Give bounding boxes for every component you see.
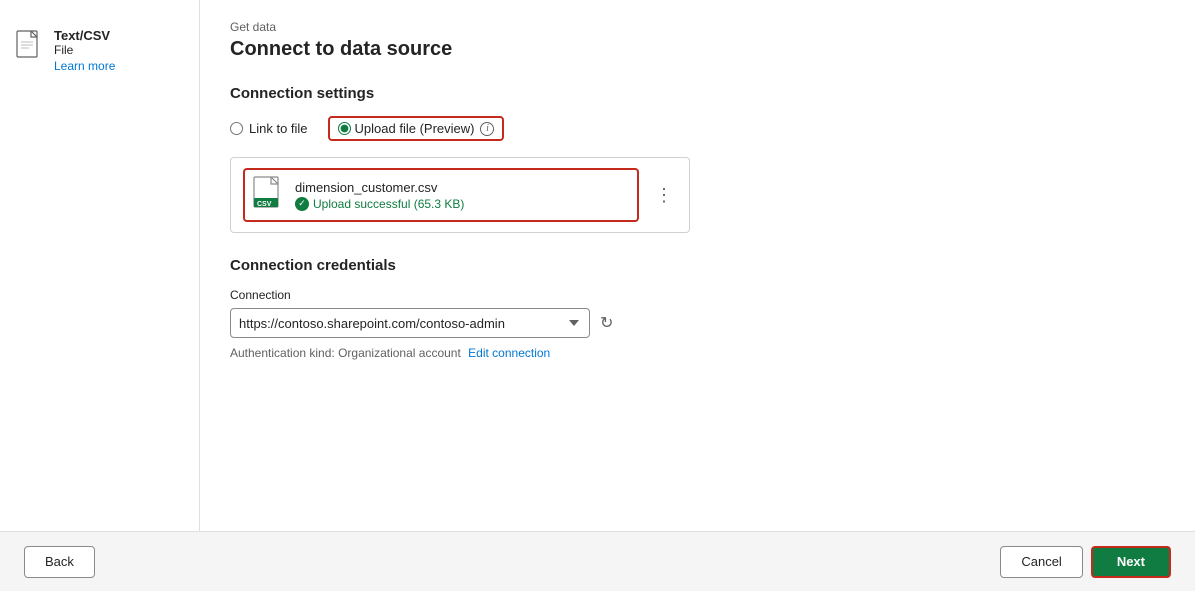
refresh-button[interactable]: ↻ xyxy=(598,311,615,335)
sidebar-file-category: File xyxy=(54,43,115,57)
upload-file-label: Upload file (Preview) xyxy=(355,121,475,136)
upload-file-wrapper: Upload file (Preview) i xyxy=(328,116,505,141)
connection-credentials-title: Connection credentials xyxy=(230,257,1165,274)
next-button[interactable]: Next xyxy=(1091,546,1171,578)
radio-group: Link to file Upload file (Preview) i xyxy=(230,116,1165,141)
file-details: dimension_customer.csv ✓ Upload successf… xyxy=(295,180,464,211)
content-area: Get data Connect to data source Connecti… xyxy=(200,0,1195,531)
auth-text: Authentication kind: Organizational acco… xyxy=(230,346,461,360)
sidebar-file-section: Text/CSV File Learn more xyxy=(16,28,183,73)
info-icon[interactable]: i xyxy=(480,122,494,136)
text-csv-icon xyxy=(16,30,44,64)
svg-text:CSV: CSV xyxy=(257,201,272,208)
connection-select[interactable]: https://contoso.sharepoint.com/contoso-a… xyxy=(230,308,590,338)
page-title: Connect to data source xyxy=(230,38,1165,61)
connection-row: https://contoso.sharepoint.com/contoso-a… xyxy=(230,308,1165,338)
link-to-file-radio[interactable] xyxy=(230,122,243,135)
footer-left: Back xyxy=(24,546,95,578)
page-label: Get data xyxy=(230,20,1165,34)
upload-file-option[interactable]: Upload file (Preview) xyxy=(338,121,475,136)
edit-connection-link[interactable]: Edit connection xyxy=(468,346,550,360)
upload-file-radio[interactable] xyxy=(338,122,351,135)
credentials-section: Connection credentials Connection https:… xyxy=(230,257,1165,360)
connection-settings-title: Connection settings xyxy=(230,85,1165,102)
file-upload-inner: CSV dimension_customer.csv ✓ Upload succ… xyxy=(243,168,639,222)
upload-status: ✓ Upload successful (65.3 KB) xyxy=(295,197,464,211)
link-to-file-label: Link to file xyxy=(249,121,308,136)
learn-more-link[interactable]: Learn more xyxy=(54,59,115,73)
auth-info: Authentication kind: Organizational acco… xyxy=(230,346,1165,360)
footer: Back Cancel Next xyxy=(0,531,1195,591)
three-dots-menu[interactable]: ⋮ xyxy=(651,186,677,204)
csv-file-icon: CSV xyxy=(253,176,285,214)
link-to-file-option[interactable]: Link to file xyxy=(230,121,308,136)
connection-field-label: Connection xyxy=(230,288,1165,302)
upload-file-box: CSV dimension_customer.csv ✓ Upload succ… xyxy=(230,157,690,233)
back-button[interactable]: Back xyxy=(24,546,95,578)
sidebar: Text/CSV File Learn more xyxy=(0,0,200,531)
cancel-button[interactable]: Cancel xyxy=(1000,546,1082,578)
main-content: Text/CSV File Learn more Get data Connec… xyxy=(0,0,1195,531)
footer-right: Cancel Next xyxy=(1000,546,1171,578)
upload-status-text: Upload successful (65.3 KB) xyxy=(313,197,464,211)
sidebar-file-type-label: Text/CSV xyxy=(54,28,115,43)
sidebar-file-info: Text/CSV File Learn more xyxy=(54,28,115,73)
file-name: dimension_customer.csv xyxy=(295,180,464,195)
check-circle-icon: ✓ xyxy=(295,197,309,211)
